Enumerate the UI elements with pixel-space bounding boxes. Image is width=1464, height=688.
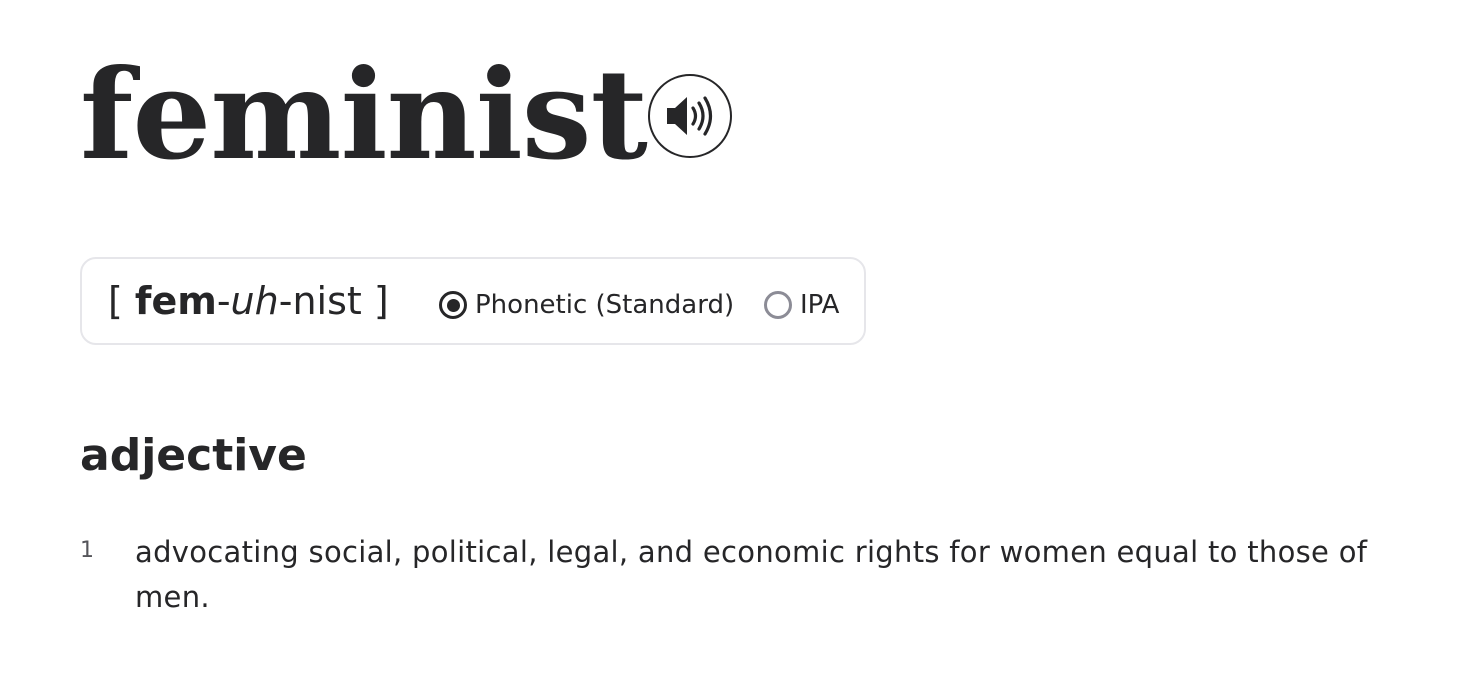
final-syllable: nist — [292, 279, 362, 323]
play-pronunciation-button[interactable] — [648, 74, 732, 158]
radio-label-phonetic[interactable]: Phonetic (Standard) — [475, 291, 734, 319]
definition-text: advocating social, political, legal, and… — [135, 535, 1368, 614]
part-of-speech-heading: adjective — [80, 430, 307, 481]
pronunciation-box: [ fem-uh-nist ] Phonetic (Standard) IPA — [80, 257, 866, 345]
open-bracket: [ — [108, 279, 123, 323]
syllable-hyphen: - — [278, 279, 293, 323]
definition-number: 1 — [80, 538, 94, 563]
pronunciation-text: [ fem-uh-nist ] — [108, 279, 389, 323]
radio-ipa[interactable]: IPA — [764, 291, 839, 319]
stressed-syllable: fem — [134, 279, 217, 323]
headword-row: feminist — [80, 36, 648, 196]
syllable-hyphen: - — [216, 279, 231, 323]
radio-phonetic-standard[interactable]: Phonetic (Standard) — [439, 291, 734, 319]
radio-unchecked-icon[interactable] — [764, 291, 792, 319]
headword: feminist — [80, 43, 648, 188]
unstressed-syllable: uh — [230, 279, 279, 323]
radio-checked-icon[interactable] — [439, 291, 467, 319]
close-bracket: ] — [373, 279, 389, 323]
speaker-icon — [667, 96, 713, 136]
radio-label-ipa[interactable]: IPA — [800, 291, 839, 319]
